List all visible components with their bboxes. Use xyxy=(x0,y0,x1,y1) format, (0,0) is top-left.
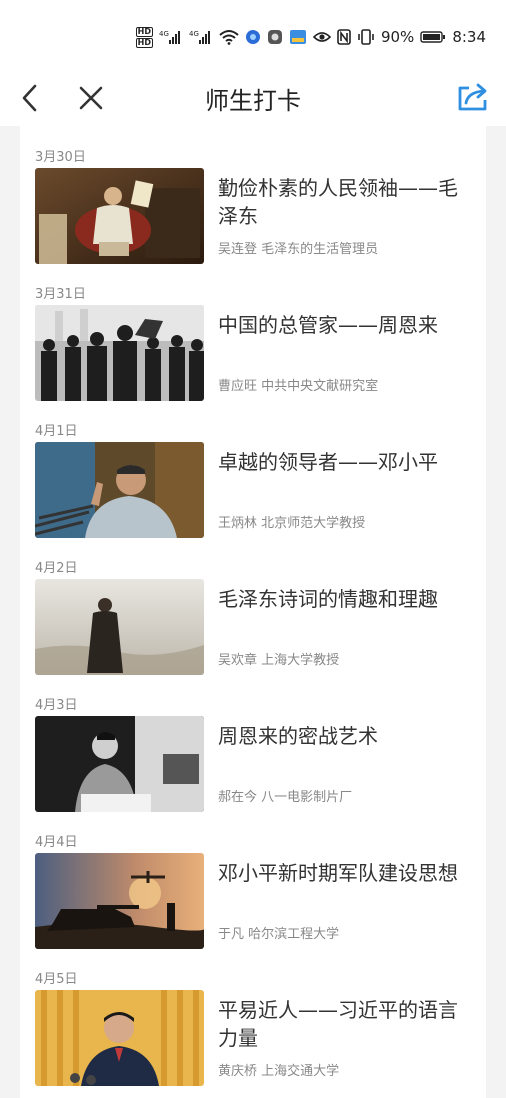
svg-text:4G: 4G xyxy=(159,30,169,38)
item-date: 3月30日 xyxy=(35,150,86,165)
item-title[interactable]: 毛泽东诗词的情趣和理趣 xyxy=(218,585,476,613)
item-author: 黄庆桥 上海交通大学 xyxy=(218,1064,340,1079)
item-title[interactable]: 周恩来的密战艺术 xyxy=(218,722,476,750)
item-date: 4月4日 xyxy=(35,835,78,850)
list-item[interactable]: 4月1日 卓越的领导者——邓小平 王炳林 北京师范大学教授 xyxy=(20,400,486,538)
item-author: 于凡 哈尔滨工程大学 xyxy=(218,927,340,942)
item-thumbnail[interactable] xyxy=(35,442,204,538)
app-notification-icon xyxy=(245,30,260,44)
signal-icon: 4G xyxy=(159,30,180,44)
signal-icon: 4G xyxy=(189,30,210,44)
app-notification-icon xyxy=(267,30,282,44)
clock: 8:34 xyxy=(452,28,486,46)
item-date: 4月5日 xyxy=(35,972,78,987)
status-icons: HD HD 4G 4G 90% 8:34 xyxy=(135,26,486,48)
svg-text:4G: 4G xyxy=(189,30,199,38)
item-title[interactable]: 邓小平新时期军队建设思想 xyxy=(218,859,476,887)
item-date: 4月3日 xyxy=(35,698,78,713)
nav-bar: 师生打卡 xyxy=(0,70,506,126)
status-bar: HD HD 4G 4G 90% 8:34 xyxy=(0,0,506,70)
eye-icon xyxy=(312,32,331,42)
list-item[interactable]: 4月4日 邓小平新时期军队建设思想 于凡 哈尔滨工程大学 xyxy=(20,811,486,949)
item-date: 4月1日 xyxy=(35,424,78,439)
vibrate-icon xyxy=(358,29,374,45)
app-notification-icon xyxy=(289,30,306,44)
wifi-icon xyxy=(219,30,239,45)
item-author: 吴欢章 上海大学教授 xyxy=(218,653,340,668)
item-author: 王炳林 北京师范大学教授 xyxy=(218,516,366,531)
item-author: 曹应旺 中共中央文献研究室 xyxy=(218,379,379,394)
item-thumbnail[interactable] xyxy=(35,305,204,401)
list-item[interactable]: 3月30日 勤俭朴素的人民领袖——毛泽东 吴连登 毛泽东的生活管理员 xyxy=(20,126,486,264)
lecture-list: 3月30日 勤俭朴素的人民领袖——毛泽东 吴连登 毛泽东的生活管理员 3月31日 xyxy=(20,126,486,1098)
item-title[interactable]: 卓越的领导者——邓小平 xyxy=(218,448,476,476)
list-item[interactable]: 4月5日 平易近人——习近平的语言力量 黄庆桥 上海交通大学 xyxy=(20,948,486,1086)
item-author: 郝在今 八一电影制片厂 xyxy=(218,790,353,805)
page-title: 师生打卡 xyxy=(205,87,301,115)
list-item[interactable]: 3月31日 中国的总管家——周恩来 曹应旺 中共中央文献研究室 xyxy=(20,263,486,401)
nfc-icon xyxy=(337,29,351,45)
share-icon[interactable] xyxy=(454,78,492,116)
list-item[interactable]: 4月3日 周恩来的密战艺术 郝在今 八一电影制片厂 xyxy=(20,674,486,812)
item-date: 4月2日 xyxy=(35,561,78,576)
item-title[interactable]: 勤俭朴素的人民领袖——毛泽东 xyxy=(218,174,476,230)
item-title[interactable]: 平易近人——习近平的语言力量 xyxy=(218,996,476,1052)
item-author: 吴连登 毛泽东的生活管理员 xyxy=(218,242,379,257)
battery-icon xyxy=(420,31,446,43)
item-date: 3月31日 xyxy=(35,287,86,302)
hd-icon: HD HD xyxy=(135,26,153,48)
item-thumbnail[interactable] xyxy=(35,716,204,812)
item-thumbnail[interactable] xyxy=(35,168,204,264)
item-thumbnail[interactable] xyxy=(35,853,204,949)
battery-percent: 90% xyxy=(380,28,415,46)
item-thumbnail[interactable] xyxy=(35,990,204,1086)
item-title[interactable]: 中国的总管家——周恩来 xyxy=(218,311,476,339)
list-item[interactable]: 4月2日 毛泽东诗词的情趣和理趣 吴欢章 上海大学教授 xyxy=(20,537,486,675)
item-thumbnail[interactable] xyxy=(35,579,204,675)
